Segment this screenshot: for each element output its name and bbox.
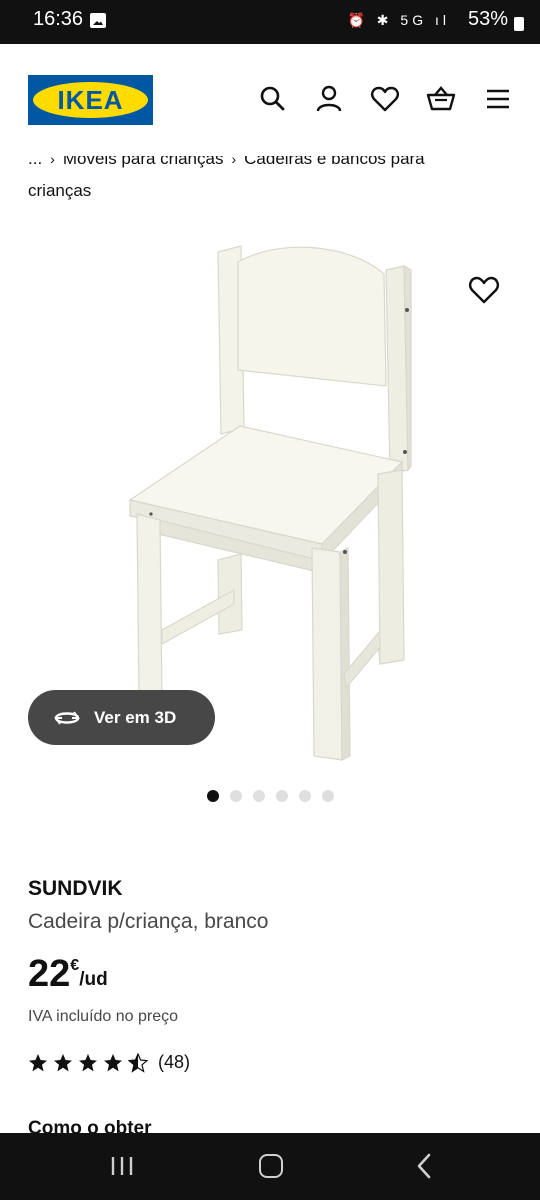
status-bar: 16:36 ⏰ ✱ 5G ıl 53% (0, 0, 540, 44)
wishlist-icon[interactable] (370, 84, 400, 114)
carousel-dot[interactable] (253, 790, 265, 802)
status-icons: ⏰ ✱ 5G ıl (347, 12, 450, 28)
price-currency: € (70, 957, 80, 974)
battery-icon (514, 17, 524, 31)
product-rating[interactable]: (48) (28, 1052, 190, 1073)
star-full-icon (29, 1053, 47, 1071)
star-full-icon (104, 1053, 122, 1071)
view-in-3d-label: Ver em 3D (94, 707, 177, 727)
product-name: SUNDVIK (28, 877, 123, 900)
carousel-dot[interactable] (207, 790, 219, 802)
image-carousel-dots[interactable] (207, 790, 334, 802)
profile-icon[interactable] (314, 84, 344, 114)
view-in-3d-button[interactable]: Ver em 3D (28, 690, 215, 745)
system-navigation-bar (0, 1133, 540, 1200)
search-icon[interactable] (258, 84, 288, 114)
logo-oval: IKEA (33, 82, 148, 118)
rating-count: (48) (158, 1052, 191, 1072)
logo-text: IKEA (57, 84, 124, 115)
star-half-icon (128, 1052, 148, 1073)
rating-stars (28, 1052, 148, 1073)
status-time: 16:36 (33, 8, 84, 30)
home-icon[interactable] (259, 1154, 283, 1178)
cart-icon[interactable] (426, 84, 456, 114)
breadcrumb-item-continued[interactable]: crianças (28, 181, 91, 200)
add-to-favourites-heart-icon[interactable] (468, 276, 500, 304)
carousel-dot[interactable] (230, 790, 242, 802)
price-integer: 22 (28, 953, 71, 995)
star-full-icon (54, 1053, 72, 1071)
recents-icon[interactable] (110, 1155, 134, 1177)
ikea-logo[interactable]: IKEA (28, 75, 153, 125)
carousel-dot[interactable] (322, 790, 334, 802)
back-icon[interactable] (414, 1153, 434, 1179)
product-description: Cadeira p/criança, branco (28, 910, 269, 933)
star-full-icon (79, 1053, 97, 1071)
battery-percentage: 53% (467, 8, 508, 30)
vat-note: IVA incluído no preço (28, 1008, 179, 1025)
price-unit: /ud (79, 969, 108, 990)
carousel-dot[interactable] (299, 790, 311, 802)
gallery-notification-icon (90, 13, 106, 28)
carousel-dot[interactable] (276, 790, 288, 802)
rotate-3d-icon (54, 710, 80, 725)
menu-icon[interactable] (483, 84, 513, 114)
product-price: 22 € /ud (28, 953, 108, 995)
